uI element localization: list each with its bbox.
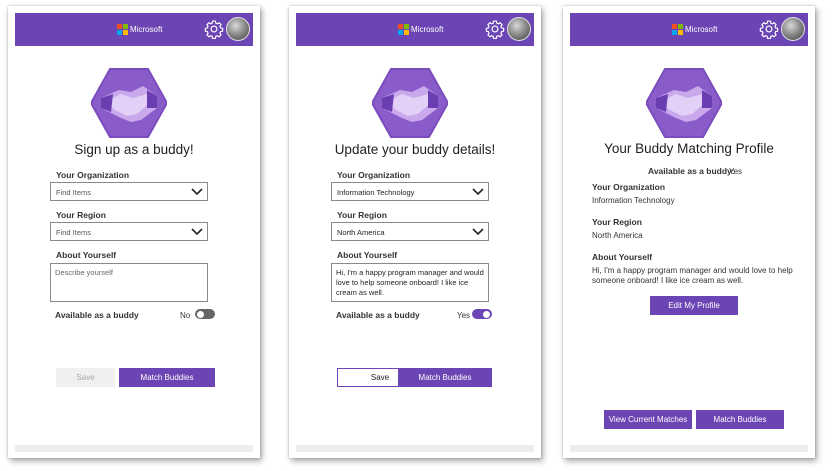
about-label: About Yourself — [592, 252, 653, 262]
organization-dropdown[interactable]: Information Technology — [331, 182, 489, 201]
region-value: North America — [337, 228, 385, 237]
app-header: Microsoft — [570, 13, 808, 46]
match-buddies-button[interactable]: Match Buddies — [398, 368, 492, 387]
chevron-down-icon — [191, 228, 203, 236]
about-value: Hi, I'm a happy program manager and woul… — [592, 266, 793, 285]
footer-strip — [570, 445, 808, 452]
view-matches-button[interactable]: View Current Matches — [604, 410, 692, 429]
organization-label: Your Organization — [56, 170, 130, 180]
save-button[interactable]: Save — [56, 368, 115, 387]
about-textarea[interactable]: Describe yourself — [50, 263, 208, 302]
gear-icon[interactable] — [759, 19, 779, 39]
region-label: Your Region — [592, 217, 642, 227]
profile-panel: Microsoft Your Buddy Matching Profile Av… — [563, 6, 815, 458]
toggle-knob — [483, 310, 490, 318]
page-title: Your Buddy Matching Profile — [604, 141, 774, 156]
handshake-logo-icon — [91, 68, 167, 138]
update-panel: Microsoft Update your buddy details! You… — [289, 6, 541, 458]
signup-panel: Microsoft Sign up as a buddy! Your Organ… — [8, 6, 260, 458]
footer-strip — [296, 445, 534, 452]
about-placeholder: Describe yourself — [55, 268, 113, 277]
match-buddies-button[interactable]: Match Buddies — [119, 368, 215, 387]
about-value: Hi, I'm a happy program manager and woul… — [336, 268, 484, 297]
chevron-down-icon — [472, 188, 484, 196]
about-label: About Yourself — [56, 250, 117, 260]
chevron-down-icon — [472, 228, 484, 236]
microsoft-logo-icon — [672, 24, 683, 35]
organization-label: Your Organization — [337, 170, 411, 180]
organization-placeholder: Find Items — [56, 188, 92, 197]
handshake-logo-icon — [646, 68, 722, 138]
microsoft-label: Microsoft — [130, 24, 163, 34]
gear-icon[interactable] — [485, 19, 505, 39]
organization-dropdown[interactable]: Find Items — [50, 182, 208, 201]
gear-icon[interactable] — [204, 19, 224, 39]
available-label: Available as a buddy — [336, 310, 420, 320]
chevron-down-icon — [191, 188, 203, 196]
available-value: No — [180, 311, 191, 320]
region-dropdown[interactable]: North America — [331, 222, 489, 241]
microsoft-brand: Microsoft — [117, 23, 162, 35]
match-buddies-button[interactable]: Match Buddies — [696, 410, 784, 429]
region-dropdown[interactable]: Find Items — [50, 222, 208, 241]
avatar[interactable] — [226, 17, 250, 41]
organization-value: Information Technology — [337, 188, 415, 197]
microsoft-logo-icon — [117, 24, 128, 35]
microsoft-brand: Microsoft — [398, 23, 443, 35]
toggle-knob — [197, 310, 204, 318]
region-label: Your Region — [337, 210, 387, 220]
about-label: About Yourself — [337, 250, 398, 260]
page-title: Sign up as a buddy! — [74, 142, 194, 157]
handshake-logo-icon — [372, 68, 448, 138]
region-placeholder: Find Items — [56, 228, 92, 237]
microsoft-brand: Microsoft — [672, 23, 717, 35]
available-label: Available as a buddy: — [648, 166, 735, 176]
microsoft-label: Microsoft — [685, 24, 718, 34]
app-header: Microsoft — [15, 13, 253, 46]
page-title: Update your buddy details! — [334, 142, 496, 157]
available-toggle[interactable] — [472, 309, 492, 319]
organization-value: Information Technology — [592, 196, 675, 205]
organization-label: Your Organization — [592, 182, 666, 192]
microsoft-logo-icon — [398, 24, 409, 35]
edit-profile-button[interactable]: Edit My Profile — [650, 296, 738, 315]
avatar[interactable] — [781, 17, 805, 41]
available-value: Yes — [729, 167, 743, 176]
available-value: Yes — [457, 311, 471, 320]
avatar[interactable] — [507, 17, 531, 41]
app-header: Microsoft — [296, 13, 534, 46]
available-label: Available as a buddy — [55, 310, 139, 320]
footer-strip — [15, 445, 253, 452]
about-textarea[interactable]: Hi, I'm a happy program manager and woul… — [331, 263, 489, 302]
region-value: North America — [592, 231, 643, 240]
region-label: Your Region — [56, 210, 106, 220]
available-toggle[interactable] — [195, 309, 215, 319]
microsoft-label: Microsoft — [411, 24, 444, 34]
